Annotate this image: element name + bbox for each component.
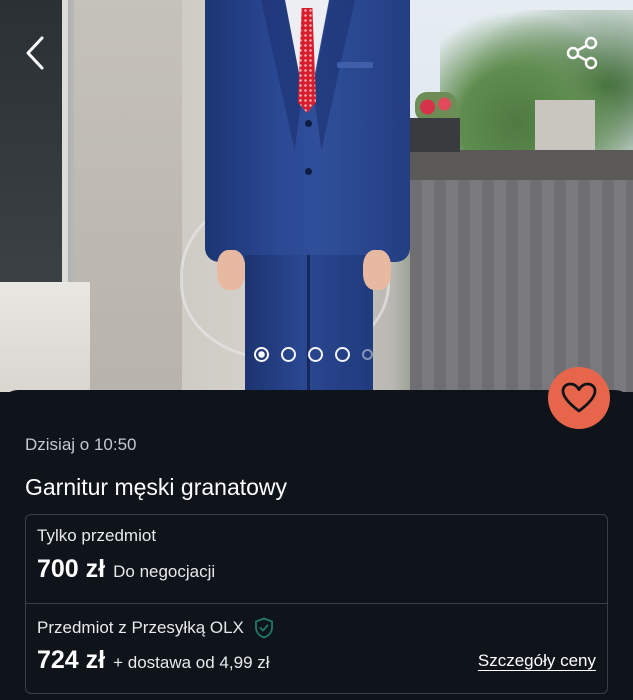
price-option-label-wrapper: Przedmiot z Przesyłką OLX <box>37 617 274 639</box>
jacket-button <box>305 168 312 175</box>
price-line: 700 zł Do negocjacji <box>37 555 215 584</box>
heart-icon <box>561 382 597 413</box>
gallery-dot[interactable] <box>254 346 269 362</box>
negotiable-note: Do negocjacji <box>113 562 216 581</box>
balcony-railing <box>410 180 633 392</box>
pocket-square <box>337 62 373 68</box>
favorite-button[interactable] <box>548 367 610 429</box>
share-icon <box>566 36 598 70</box>
shield-check-icon <box>255 617 273 639</box>
price-option-label: Przedmiot z Przesyłką OLX <box>37 618 244 637</box>
suit-trousers <box>245 255 373 392</box>
listing-title: Garnitur męski granatowy <box>25 474 288 500</box>
item-price: 700 zł <box>37 555 106 583</box>
shipping-price: 724 zł <box>37 646 106 674</box>
listing-photo[interactable] <box>0 0 633 392</box>
chevron-left-icon <box>26 36 44 70</box>
price-details-link[interactable]: Szczegóły ceny <box>478 651 596 671</box>
gallery-dot[interactable] <box>362 348 373 360</box>
suit-figure <box>205 0 410 392</box>
jacket-button <box>305 120 312 127</box>
planter <box>410 118 460 152</box>
gallery-dot[interactable] <box>308 346 323 362</box>
share-button[interactable] <box>566 36 600 70</box>
price-option-label: Tylko przedmiot <box>37 526 157 545</box>
price-option-with-shipping: Przedmiot z Przesyłką OLX 724 zł + dosta… <box>26 604 607 695</box>
gallery-dot[interactable] <box>281 346 296 362</box>
price-options-card: Tylko przedmiot 700 zł Do negocjacji Prz… <box>25 514 608 694</box>
listing-date: Dzisiaj o 10:50 <box>25 435 137 454</box>
ledge-background <box>0 282 90 392</box>
gallery-pagination <box>254 346 373 362</box>
price-option-item-only: Tylko przedmiot 700 zł Do negocjacji <box>26 515 607 604</box>
price-line: 724 zł + dostawa od 4,99 zł <box>37 646 270 675</box>
gallery-dot[interactable] <box>335 346 350 362</box>
hand-left <box>217 250 245 290</box>
back-button[interactable] <box>22 34 52 72</box>
hand-right <box>363 250 391 290</box>
wall-background <box>74 0 182 392</box>
delivery-note: + dostawa od 4,99 zł <box>113 653 270 672</box>
